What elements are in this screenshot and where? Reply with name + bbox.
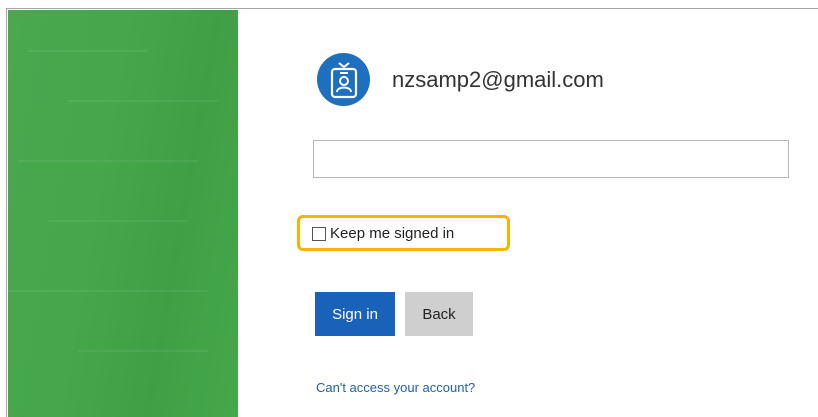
keep-signed-in-label: Keep me signed in	[330, 225, 455, 242]
cant-access-account-link[interactable]: Can't access your account?	[316, 380, 475, 395]
account-email: nzsamp2@gmail.com	[392, 67, 604, 92]
back-button[interactable]: Back	[405, 292, 473, 336]
id-badge-icon	[317, 53, 370, 106]
brand-panel	[8, 10, 238, 417]
checkbox-box[interactable]	[312, 227, 326, 241]
keep-signed-in-checkbox[interactable]: Keep me signed in	[312, 225, 454, 243]
password-field[interactable]	[313, 140, 789, 178]
login-page: nzsamp2@gmail.com Keep me signed in Sign…	[6, 8, 818, 417]
sign-in-button[interactable]: Sign in	[315, 292, 395, 336]
